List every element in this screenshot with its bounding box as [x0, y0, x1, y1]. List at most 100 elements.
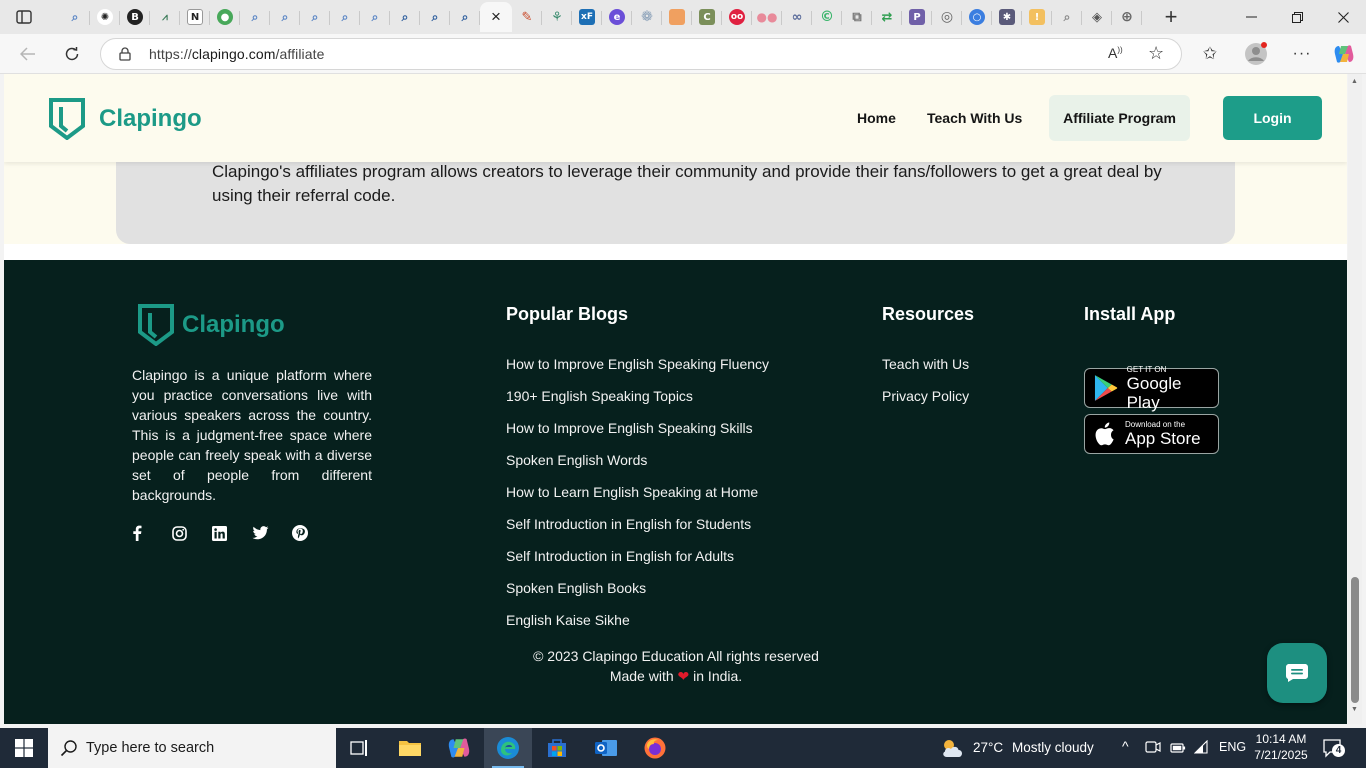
- tab-notion[interactable]: N: [180, 2, 210, 32]
- edge-taskbar-button[interactable]: [484, 728, 532, 768]
- google-play-button[interactable]: GET IT ON Google Play: [1084, 365, 1219, 412]
- tab-search-3[interactable]: ⌕: [270, 2, 300, 32]
- favorites-icon[interactable]: ✩: [1195, 40, 1225, 68]
- tab-openai[interactable]: ✺: [90, 2, 120, 32]
- pinterest-icon[interactable]: [292, 524, 332, 542]
- tab-chart[interactable]: ⩘: [150, 2, 180, 32]
- tab-bold-b[interactable]: B: [120, 2, 150, 32]
- tab-active-clapingo[interactable]: ×: [480, 2, 512, 32]
- tab-search-4[interactable]: ⌕: [300, 2, 330, 32]
- blog-link[interactable]: Spoken English Books: [506, 580, 769, 612]
- tab-fingerprint[interactable]: ◎: [932, 2, 962, 32]
- blog-link[interactable]: How to Improve English Speaking Fluency: [506, 356, 769, 388]
- store-taskbar-button[interactable]: [533, 728, 581, 768]
- tab-search-10[interactable]: ⌕: [1052, 2, 1082, 32]
- facebook-icon[interactable]: [132, 524, 172, 542]
- tab-c-circle[interactable]: ©: [812, 2, 842, 32]
- url-text[interactable]: https://clapingo.com/affiliate: [149, 46, 325, 62]
- task-view-button[interactable]: [336, 728, 384, 768]
- read-aloud-icon[interactable]: A)): [1108, 45, 1123, 61]
- tab-link[interactable]: ∞: [782, 2, 812, 32]
- scroll-down-arrow-icon[interactable]: ▼: [1351, 706, 1358, 713]
- refresh-button[interactable]: [57, 40, 87, 68]
- tab-globe[interactable]: ⊕: [1112, 2, 1142, 32]
- resource-link-teach[interactable]: Teach with Us: [882, 356, 969, 388]
- chat-button[interactable]: [1267, 643, 1327, 703]
- address-bar[interactable]: https://clapingo.com/affiliate A)) ☆: [100, 38, 1182, 70]
- tab-puzzle[interactable]: ⧉: [842, 2, 872, 32]
- page-scrollbar[interactable]: ▲ ▼: [1348, 74, 1362, 724]
- lock-icon[interactable]: [119, 47, 131, 66]
- profile-avatar[interactable]: [1241, 40, 1271, 68]
- app-store-button[interactable]: Download on the App Store: [1084, 414, 1219, 454]
- instagram-icon[interactable]: [172, 524, 212, 542]
- language-indicator[interactable]: ENG: [1219, 740, 1246, 754]
- weather-description[interactable]: Mostly cloudy: [1012, 740, 1094, 755]
- tab-c-green[interactable]: C: [692, 2, 722, 32]
- blog-link[interactable]: Self Introduction in English for Adults: [506, 548, 769, 580]
- blog-link[interactable]: How to Learn English Speaking at Home: [506, 484, 769, 516]
- nav-teach-with-us[interactable]: Teach With Us: [927, 110, 1022, 126]
- minimize-button[interactable]: [1228, 0, 1274, 34]
- footer-brand-logo[interactable]: Clapingo: [138, 304, 285, 346]
- restore-button[interactable]: [1274, 0, 1320, 34]
- tab-dots[interactable]: ●●: [752, 2, 782, 32]
- copilot-taskbar-button[interactable]: [435, 728, 483, 768]
- blog-link[interactable]: How to Improve English Speaking Skills: [506, 420, 769, 452]
- tab-tulip[interactable]: ⚘: [542, 2, 572, 32]
- resource-link-privacy[interactable]: Privacy Policy: [882, 388, 969, 420]
- tab-gear-flower[interactable]: ❁: [632, 2, 662, 32]
- wifi-icon[interactable]: [1193, 739, 1210, 759]
- tab-excel[interactable]: xF: [572, 2, 602, 32]
- file-explorer-button[interactable]: [386, 728, 434, 768]
- nav-home[interactable]: Home: [857, 110, 896, 126]
- outlook-taskbar-button[interactable]: [582, 728, 630, 768]
- blog-link[interactable]: 190+ English Speaking Topics: [506, 388, 769, 420]
- favorite-star-icon[interactable]: ☆: [1148, 43, 1164, 64]
- chevron-up-icon[interactable]: ^: [1122, 738, 1129, 754]
- copilot-icon[interactable]: [1329, 40, 1359, 68]
- scroll-up-arrow-icon[interactable]: ▲: [1351, 78, 1358, 85]
- blog-link[interactable]: Self Introduction in English for Student…: [506, 516, 769, 548]
- tab-search-7[interactable]: ⌕: [390, 2, 420, 32]
- tab-search-5[interactable]: ⌕: [330, 2, 360, 32]
- close-tab-icon[interactable]: ×: [491, 7, 501, 27]
- blog-link[interactable]: Spoken English Words: [506, 452, 769, 484]
- tab-snowflake[interactable]: ✱: [992, 2, 1022, 32]
- tab-layers[interactable]: ◈: [1082, 2, 1112, 32]
- tab-search[interactable]: ⌕: [60, 2, 90, 32]
- tab-p-square[interactable]: P: [902, 2, 932, 32]
- tab-sync[interactable]: ⇄: [872, 2, 902, 32]
- tab-search-6[interactable]: ⌕: [360, 2, 390, 32]
- tab-search-2[interactable]: ⌕: [240, 2, 270, 32]
- brand-logo[interactable]: Clapingo: [49, 98, 202, 140]
- tab-e-purple[interactable]: e: [602, 2, 632, 32]
- new-tab-button[interactable]: +: [1158, 4, 1184, 29]
- tab-blue-ring[interactable]: ○: [962, 2, 992, 32]
- tab-red-loop[interactable]: oo: [722, 2, 752, 32]
- twitter-icon[interactable]: [252, 524, 292, 542]
- nav-affiliate-program[interactable]: Affiliate Program: [1049, 95, 1190, 141]
- meet-now-icon[interactable]: [1145, 740, 1161, 759]
- tab-actions-icon[interactable]: [11, 5, 37, 29]
- tab-yellow[interactable]: !: [1022, 2, 1052, 32]
- tab-search-9[interactable]: ⌕: [450, 2, 480, 32]
- tab-maps[interactable]: ●: [210, 2, 240, 32]
- taskbar-search[interactable]: Type here to search: [48, 728, 336, 768]
- tab-search-8[interactable]: ⌕: [420, 2, 450, 32]
- back-button[interactable]: [13, 40, 43, 68]
- weather-temperature[interactable]: 27°C: [973, 740, 1003, 755]
- login-button[interactable]: Login: [1223, 96, 1322, 140]
- blog-link[interactable]: English Kaise Sikhe: [506, 612, 769, 644]
- more-menu-icon[interactable]: ···: [1287, 40, 1317, 68]
- scrollbar-thumb[interactable]: [1351, 577, 1359, 703]
- start-button[interactable]: [0, 728, 48, 768]
- tab-orange[interactable]: [662, 2, 692, 32]
- linkedin-icon[interactable]: [212, 524, 252, 542]
- taskbar-clock[interactable]: 10:14 AM 7/21/2025: [1254, 731, 1308, 763]
- tab-quill[interactable]: ✎: [512, 2, 542, 32]
- firefox-taskbar-button[interactable]: [631, 728, 679, 768]
- notifications-button[interactable]: 4: [1322, 738, 1345, 763]
- battery-icon[interactable]: [1170, 741, 1186, 759]
- weather-icon[interactable]: [940, 737, 968, 764]
